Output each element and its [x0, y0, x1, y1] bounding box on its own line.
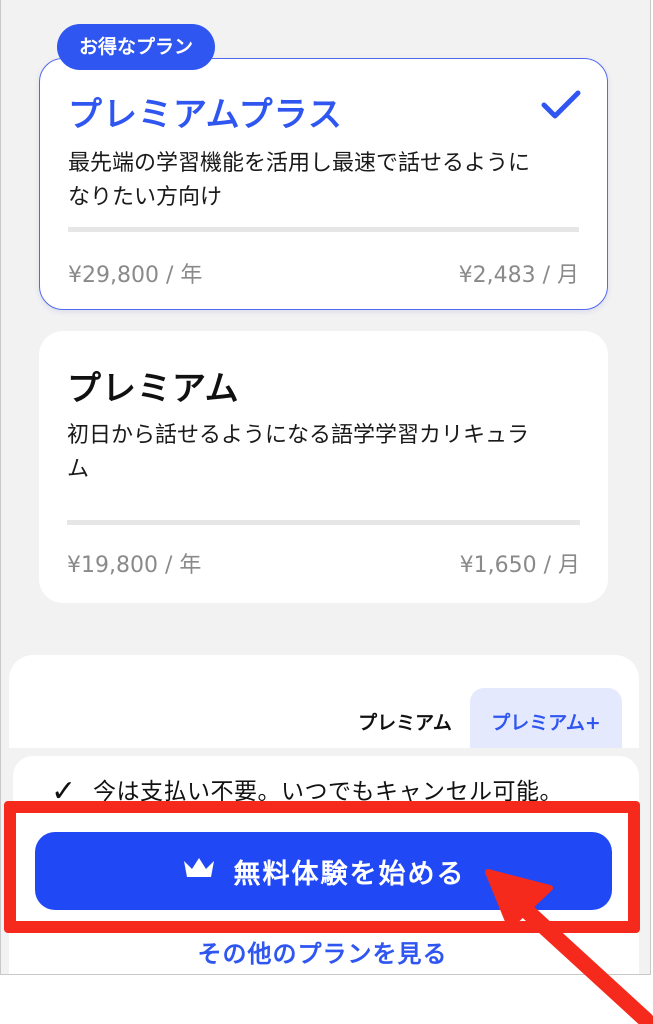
price-monthly: ¥1,650 / 月	[459, 553, 580, 578]
check-icon	[541, 89, 581, 125]
plan-card-premium-plus[interactable]: プレミアムプラス 最先端の学習機能を活用し最速で話せるようになりたい方向け ¥2…	[39, 58, 608, 310]
plan-description: 最先端の学習機能を活用し最速で話せるようになりたい方向け	[68, 151, 531, 210]
plan-title: プレミアム	[67, 369, 240, 409]
arrow-icon	[485, 869, 653, 1024]
price-yearly: ¥29,800 / 年	[68, 263, 203, 288]
plan-card-premium[interactable]: プレミアム 初日から話せるようになる語学学習カリキュラム ¥19,800 / 年…	[39, 331, 608, 603]
tab-premium[interactable]: プレミアム	[341, 688, 469, 752]
tab-premium-plus[interactable]: プレミアム+	[470, 688, 622, 752]
divider	[68, 227, 579, 232]
divider	[67, 520, 580, 525]
price-monthly: ¥2,483 / 月	[458, 263, 579, 288]
deal-badge: お得なプラン	[57, 24, 216, 70]
price-yearly: ¥19,800 / 年	[67, 553, 202, 578]
plan-description: 初日から話せるようになる語学学習カリキュラム	[67, 423, 530, 482]
plan-title: プレミアムプラス	[68, 95, 343, 135]
